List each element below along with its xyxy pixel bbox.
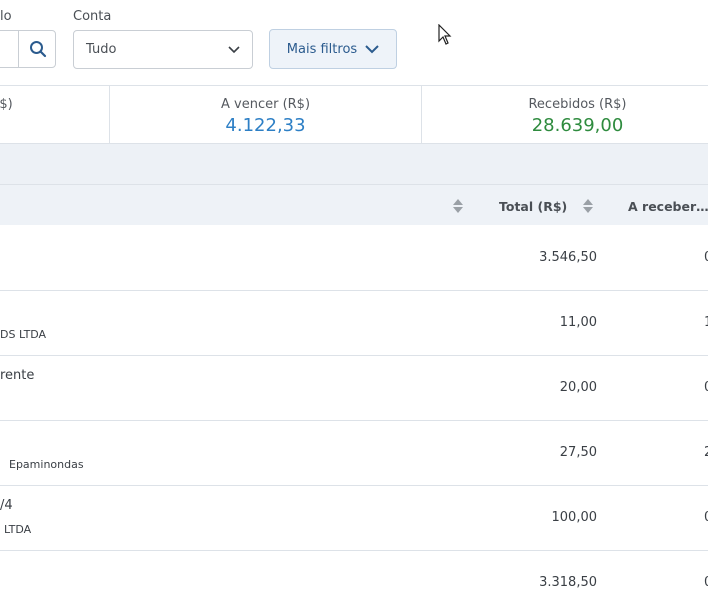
table-row[interactable]: /4 LTDA 100,00 0	[0, 486, 708, 551]
row-description: /4	[0, 498, 13, 513]
search-icon	[29, 41, 46, 58]
table-row[interactable]: rente 20,00 0	[0, 356, 708, 421]
more-filters-button[interactable]: Mais filtros	[269, 29, 397, 69]
row-to-receive: 0	[704, 575, 708, 590]
account-select[interactable]: Tudo	[73, 30, 253, 69]
summary-strip: $) A vencer (R$) 4.122,33 Recebidos (R$)…	[0, 85, 708, 144]
table-row[interactable]: 3.546,50 0	[0, 225, 708, 291]
row-total: 20,00	[559, 380, 597, 395]
filter-label-fragment: lo	[0, 9, 12, 24]
summary-left-fragment: $)	[0, 97, 13, 112]
row-total: 3.318,50	[539, 575, 597, 590]
account-label: Conta	[73, 9, 112, 24]
table-row[interactable]: DS LTDA 11,00 11	[0, 291, 708, 356]
received-value: 28.639,00	[531, 115, 624, 136]
row-to-receive: 0	[704, 250, 708, 265]
row-total: 27,50	[559, 445, 597, 460]
table-row[interactable]: 3.318,50 0	[0, 551, 708, 600]
row-subtitle: LTDA	[4, 523, 32, 536]
sort-icon[interactable]	[582, 198, 594, 214]
row-description: rente	[0, 368, 35, 383]
row-total: 3.546,50	[539, 250, 597, 265]
row-to-receive: 11	[704, 315, 708, 330]
group-band	[0, 144, 708, 184]
due-label: A vencer (R$)	[220, 97, 311, 112]
table-header: Total (R$) A receber…	[0, 184, 708, 225]
due-value: 4.122,33	[225, 115, 306, 136]
account-select-value: Tudo	[86, 42, 117, 57]
table-row[interactable]: Epaminondas 27,50 27	[0, 421, 708, 486]
header-total[interactable]: Total (R$)	[499, 199, 567, 214]
row-to-receive: 27	[704, 445, 708, 460]
mouse-cursor-icon	[438, 24, 452, 45]
sort-icon[interactable]	[452, 198, 464, 214]
header-to-receive[interactable]: A receber…	[628, 199, 708, 214]
more-filters-label: Mais filtros	[286, 41, 358, 57]
row-subtitle: DS LTDA	[0, 328, 47, 341]
row-to-receive: 0	[704, 510, 708, 525]
row-subtitle: Epaminondas	[9, 458, 84, 471]
chevron-down-icon	[228, 45, 240, 53]
row-total: 11,00	[559, 315, 597, 330]
received-label: Recebidos (R$)	[528, 97, 627, 112]
row-to-receive: 0	[704, 380, 708, 395]
row-total: 100,00	[551, 510, 598, 525]
chevron-down-icon	[365, 44, 379, 53]
search-button[interactable]	[18, 30, 56, 68]
